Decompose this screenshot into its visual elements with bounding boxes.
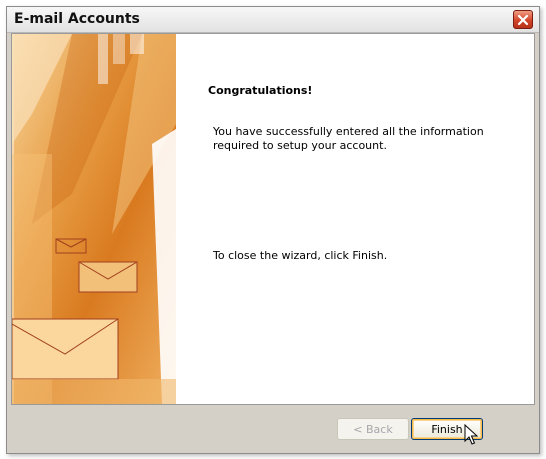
success-message: You have successfully entered all the in… (213, 125, 484, 152)
button-bar: < Back Finish (11, 405, 535, 449)
mouse-pointer-icon (464, 423, 479, 450)
title-bar[interactable]: E-mail Accounts (7, 7, 539, 33)
back-button[interactable]: < Back (337, 418, 409, 440)
wizard-content: Congratulations! You have successfully e… (176, 34, 534, 404)
wizard-page: Congratulations! You have successfully e… (11, 33, 535, 405)
envelope-banner (12, 34, 176, 404)
email-accounts-dialog: E-mail Accounts Congratulations! You hav… (6, 6, 540, 454)
window-title: E-mail Accounts (14, 11, 140, 27)
page-heading: Congratulations! (208, 84, 313, 97)
close-button[interactable] (513, 10, 533, 29)
close-icon (517, 14, 529, 25)
close-instruction: To close the wizard, click Finish. (213, 249, 388, 262)
